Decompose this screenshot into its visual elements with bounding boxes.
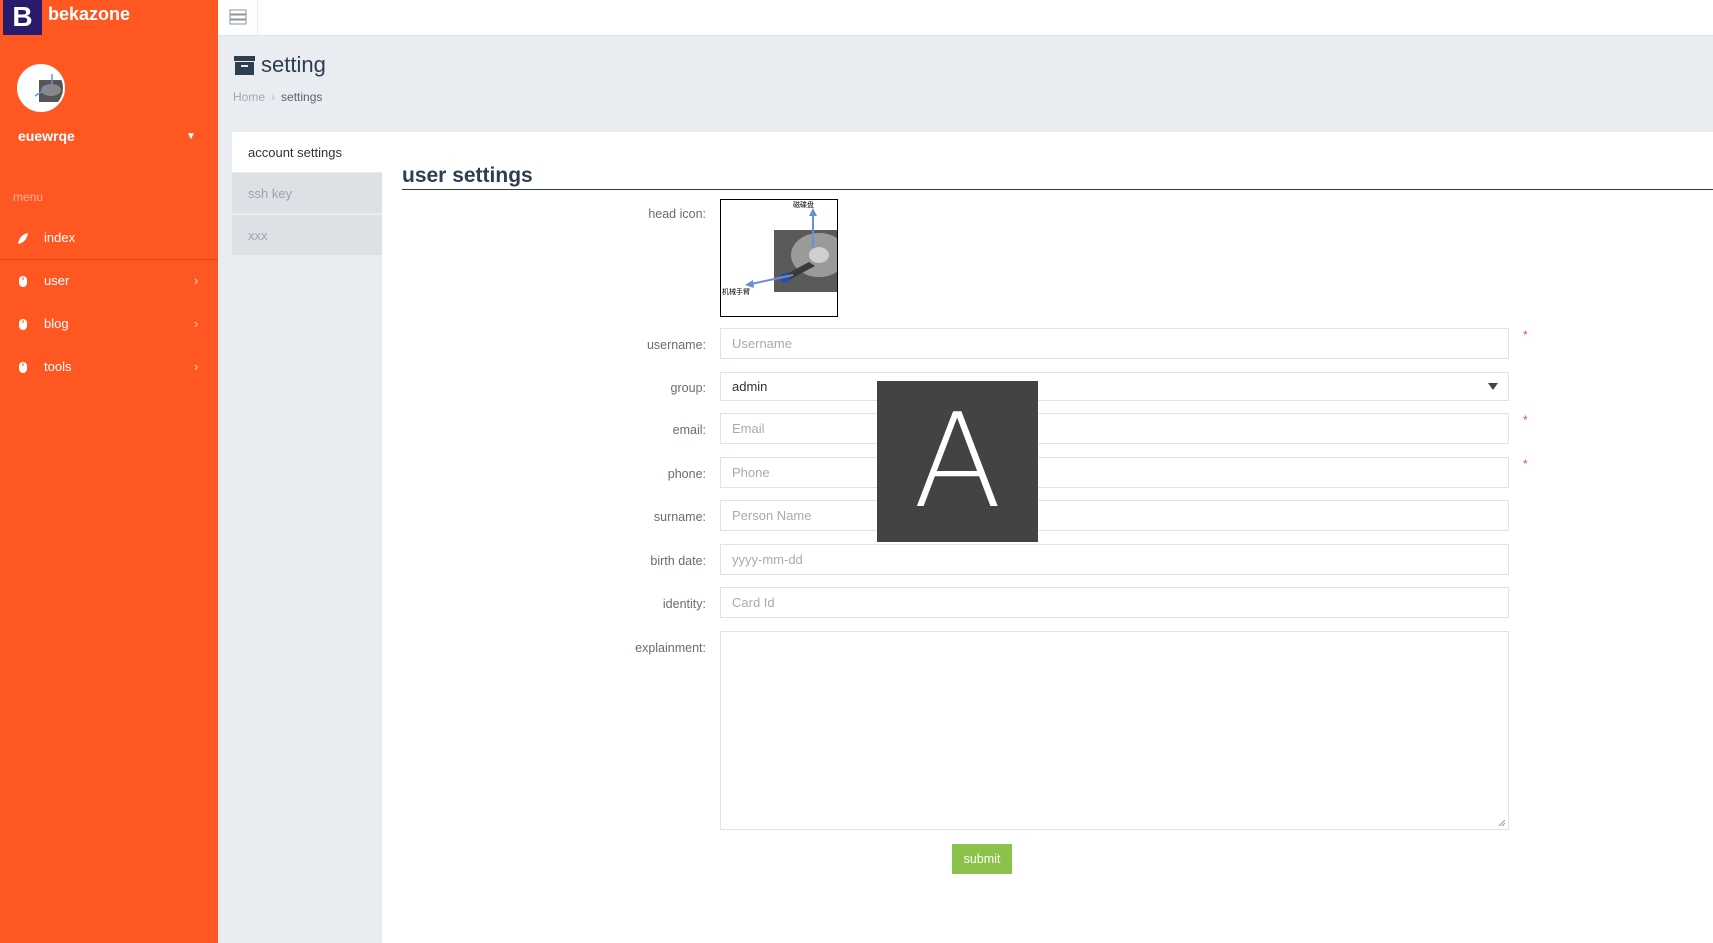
breadcrumb-current: settings bbox=[281, 90, 323, 104]
section-title: user settings bbox=[402, 164, 533, 187]
surname-input[interactable]: Person Name bbox=[720, 500, 1509, 531]
menu-toggle-icon bbox=[229, 9, 247, 25]
sidebar-item-index[interactable]: index bbox=[0, 218, 218, 260]
group-label: group: bbox=[670, 381, 706, 395]
chevron-right-icon: › bbox=[194, 273, 199, 288]
archive-icon bbox=[234, 56, 255, 75]
sidebar-item-label: blog bbox=[44, 316, 69, 331]
birth-date-label: birth date: bbox=[650, 554, 706, 568]
page-title: setting bbox=[261, 52, 326, 77]
brand[interactable]: B bekazone bbox=[0, 0, 218, 35]
resize-handle-icon[interactable] bbox=[1498, 819, 1506, 827]
breadcrumb-home[interactable]: Home bbox=[233, 90, 265, 104]
head-icon-caption-bottom: 机械手臂 bbox=[722, 288, 750, 296]
required-marker: * bbox=[1523, 457, 1528, 471]
chevron-right-icon: › bbox=[194, 316, 199, 331]
identity-input[interactable]: Card Id bbox=[720, 587, 1509, 618]
sidebar-item-blog[interactable]: blog › bbox=[0, 304, 218, 346]
leaf-icon bbox=[18, 233, 28, 244]
head-icon-label: head icon: bbox=[648, 207, 706, 221]
submit-button[interactable]: submit bbox=[952, 844, 1012, 874]
user-settings-form: user settings head icon: 磁碟盘 机械手臂 userna… bbox=[382, 132, 1713, 943]
sidebar-item-label: index bbox=[44, 230, 76, 245]
avatar-image-icon bbox=[19, 66, 63, 110]
sidebar-item-user[interactable]: user › bbox=[0, 261, 218, 303]
app-root: B bekazone euewrqe ▼ menu index user › b… bbox=[0, 0, 1713, 943]
chevron-right-icon: › bbox=[194, 359, 199, 374]
mouse-icon bbox=[19, 362, 27, 373]
chevron-down-icon[interactable] bbox=[1488, 383, 1498, 390]
email-label: email: bbox=[672, 423, 706, 437]
tab-account-settings[interactable]: account settings bbox=[232, 132, 382, 172]
avatar[interactable] bbox=[17, 64, 65, 112]
hard-drive-image-icon bbox=[721, 200, 837, 316]
brand-name: bekazone bbox=[48, 4, 131, 24]
user-name[interactable]: euewrqe bbox=[18, 128, 75, 144]
email-input[interactable]: Email bbox=[720, 413, 1509, 444]
required-marker: * bbox=[1523, 328, 1528, 342]
sidebar-item-label: user bbox=[44, 273, 70, 288]
section-divider bbox=[402, 189, 1713, 190]
identity-label: identity: bbox=[662, 597, 706, 611]
top-bar bbox=[218, 0, 1713, 36]
username-input[interactable]: Username bbox=[720, 328, 1509, 359]
sidebar-item-tools[interactable]: tools › bbox=[0, 347, 218, 389]
phone-input[interactable]: Phone bbox=[720, 457, 1509, 488]
breadcrumb-separator-icon: › bbox=[271, 90, 276, 104]
sidebar-toggle-button[interactable] bbox=[218, 0, 258, 35]
required-marker: * bbox=[1523, 413, 1528, 427]
username-label: username: bbox=[646, 338, 706, 352]
birth-date-input[interactable]: yyyy-mm-dd bbox=[720, 544, 1509, 575]
sidebar-item-label: tools bbox=[44, 359, 72, 374]
head-icon-image[interactable]: 磁碟盘 机械手臂 bbox=[720, 199, 838, 317]
menu-header: menu bbox=[13, 190, 44, 204]
mouse-icon bbox=[19, 319, 27, 330]
breadcrumb: Home › settings bbox=[233, 90, 322, 104]
surname-label: surname: bbox=[653, 510, 706, 524]
group-select[interactable]: admin bbox=[720, 372, 1509, 401]
brand-logo: B bbox=[3, 0, 42, 35]
sidebar: B bekazone euewrqe ▼ menu index user › b… bbox=[0, 0, 218, 943]
mouse-icon bbox=[19, 276, 27, 287]
caret-down-icon[interactable]: ▼ bbox=[186, 131, 196, 142]
tab-xxx[interactable]: xxx bbox=[232, 215, 382, 255]
tab-ssh-key[interactable]: ssh key bbox=[232, 173, 382, 213]
overlay-letter: A bbox=[877, 381, 1038, 542]
head-icon-caption-top: 磁碟盘 bbox=[793, 201, 814, 209]
phone-label: phone: bbox=[667, 467, 706, 481]
explainment-textarea[interactable] bbox=[720, 631, 1509, 830]
explainment-label: explainment: bbox=[635, 641, 706, 655]
tab-list: account settings ssh key xxx bbox=[232, 132, 382, 943]
